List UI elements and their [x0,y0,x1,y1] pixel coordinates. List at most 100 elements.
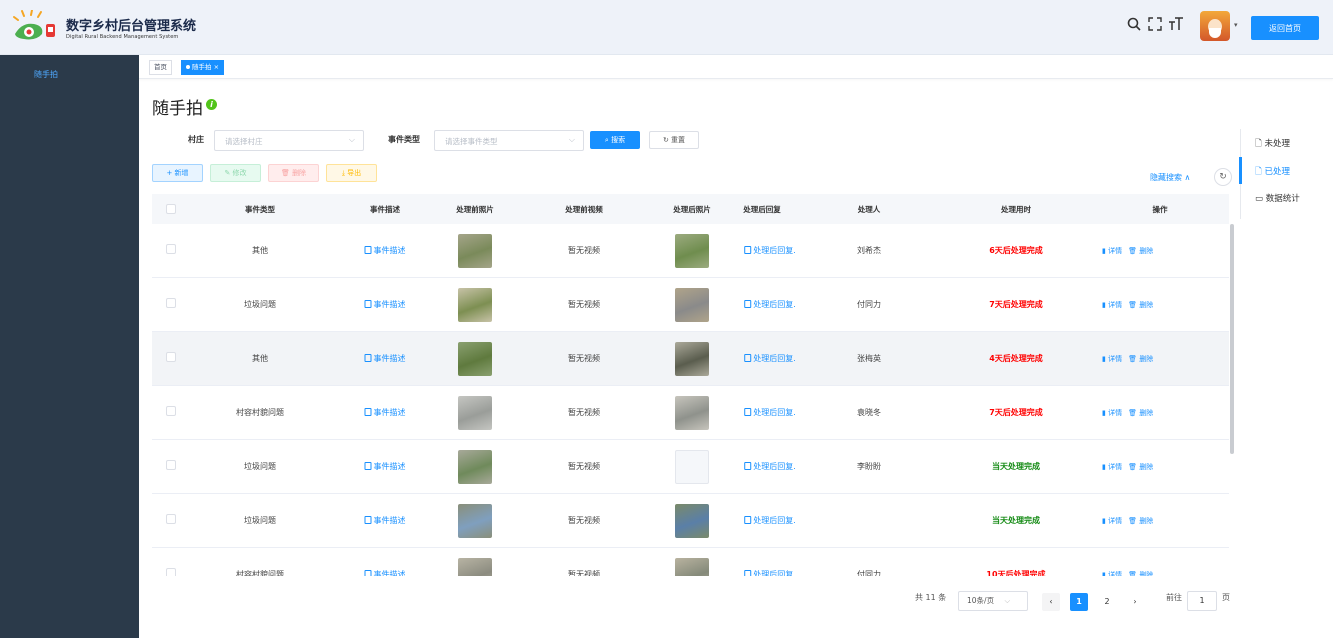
right-side-nav: 🗋 未处理 🗋 已处理 ▭ 数据统计 [1239,129,1333,219]
delete-link[interactable]: 🗑 删除 [1128,409,1153,417]
handler-cell: 李盼盼 [857,462,881,471]
page-2-button[interactable]: 2 [1098,593,1116,611]
event-desc-link[interactable]: 事件描述 [364,299,406,310]
before-photo[interactable] [458,342,492,376]
nav-statistics[interactable]: ▭ 数据统计 [1255,192,1300,204]
user-avatar[interactable] [1200,11,1230,41]
after-reply-link[interactable]: 处理后回复. [744,407,796,418]
row-checkbox[interactable] [166,352,176,362]
detail-link[interactable]: ▮ 详情 [1102,571,1122,576]
table-row[interactable]: 垃圾问题 事件描述 暂无视频 处理后回复. 当天处理完成 ▮ 详情 🗑 删除 [152,494,1229,548]
detail-link[interactable]: ▮ 详情 [1102,355,1122,363]
event-desc-link[interactable]: 事件描述 [364,569,406,576]
row-checkbox[interactable] [166,298,176,308]
next-page-button[interactable]: › [1126,593,1144,611]
event-desc-link[interactable]: 事件描述 [364,353,406,364]
before-photo[interactable] [458,234,492,268]
delete-link[interactable]: 🗑 删除 [1128,517,1153,525]
after-reply-label: 处理后回复. [753,570,796,576]
export-button[interactable]: ⤓ 导出 [326,164,377,182]
after-photo[interactable] [675,450,709,484]
row-checkbox[interactable] [166,568,176,576]
village-select[interactable]: 请选择村庄 ⌵ [214,130,364,151]
hide-search-toggle[interactable]: 隐藏搜索 ∧ [1150,172,1190,183]
nav-unprocessed[interactable]: 🗋 未处理 [1255,137,1290,152]
nav-processed[interactable]: 🗋 已处理 [1255,165,1290,180]
time-used-cell: 6天后处理完成 [989,246,1043,255]
event-desc-link[interactable]: 事件描述 [364,515,406,526]
delete-link[interactable]: 🗑 删除 [1128,301,1153,309]
event-desc-link[interactable]: 事件描述 [364,407,406,418]
delete-link[interactable]: 🗑 删除 [1128,571,1153,576]
time-used-cell: 7天后处理完成 [989,300,1043,309]
delete-link[interactable]: 🗑 删除 [1128,247,1153,255]
after-photo[interactable] [675,342,709,376]
table-scrollbar[interactable] [1230,224,1234,454]
search-button[interactable]: ⌕ 搜索 [590,131,640,149]
refresh-icon[interactable]: ↻ [1214,168,1232,186]
row-checkbox[interactable] [166,406,176,416]
page-1-button[interactable]: 1 [1070,593,1088,611]
edit-button[interactable]: ✎ 修改 [210,164,261,182]
tag-snapshot[interactable]: 随手拍 × [181,60,225,75]
home-button[interactable]: 返回首页 [1251,16,1319,40]
table-row[interactable]: 其他 事件描述 暂无视频 处理后回复. 刘希杰 6天后处理完成 ▮ 详情 🗑 删除 [152,224,1229,278]
fullscreen-icon[interactable] [1147,16,1163,32]
table-row[interactable]: 垃圾问题 事件描述 暂无视频 处理后回复. 付同力 7天后处理完成 ▮ 详情 🗑 删除 [152,278,1229,332]
info-icon[interactable]: i [206,99,217,110]
chevron-down-icon[interactable]: ▾ [1234,21,1238,29]
after-reply-label: 处理后回复. [753,408,796,417]
before-video-cell: 暂无视频 [568,300,600,309]
row-actions: ▮ 详情 🗑 删除 [1102,570,1153,576]
before-photo[interactable] [458,288,492,322]
page-size-select[interactable]: 10条/页 ⌵ [958,591,1028,611]
delete-button[interactable]: 🗑 删除 [268,164,319,182]
detail-link[interactable]: ▮ 详情 [1102,247,1122,255]
table-row[interactable]: 村容村貌问题 事件描述 暂无视频 处理后回复. 袁晓冬 7天后处理完成 ▮ 详情 🗑 删除 [152,386,1229,440]
after-reply-link[interactable]: 处理后回复. [744,569,796,576]
after-photo[interactable] [675,234,709,268]
search-icon[interactable] [1126,16,1142,32]
document-icon [364,516,372,524]
row-checkbox[interactable] [166,244,176,254]
event-desc-link[interactable]: 事件描述 [364,461,406,472]
after-photo[interactable] [675,396,709,430]
before-photo[interactable] [458,504,492,538]
sidebar-item-snapshot[interactable]: 随手拍 [34,69,58,80]
before-photo[interactable] [458,558,492,576]
prev-page-button[interactable]: ‹ [1042,593,1060,611]
goto-page-input[interactable]: 1 [1187,591,1217,611]
select-all-checkbox[interactable] [166,204,176,214]
after-reply-link[interactable]: 处理后回复. [744,515,796,526]
event-desc-link[interactable]: 事件描述 [364,245,406,256]
event-desc-label: 事件描述 [373,516,406,525]
delete-link[interactable]: 🗑 删除 [1128,355,1153,363]
after-reply-link[interactable]: 处理后回复. [744,461,796,472]
event-type-select[interactable]: 请选择事件类型 ⌵ [434,130,584,151]
after-reply-link[interactable]: 处理后回复. [744,353,796,364]
font-size-icon[interactable] [1168,16,1184,32]
add-button[interactable]: + 新增 [152,164,203,182]
table-header: 事件类型 事件描述 处理前照片 处理前视频 处理后照片 处理后回复 处理人 处理… [152,194,1229,224]
before-photo[interactable] [458,396,492,430]
detail-link[interactable]: ▮ 详情 [1102,463,1122,471]
event-desc-label: 事件描述 [373,300,406,309]
delete-link[interactable]: 🗑 删除 [1128,463,1153,471]
row-actions: ▮ 详情 🗑 删除 [1102,246,1153,256]
detail-link[interactable]: ▮ 详情 [1102,301,1122,309]
row-checkbox[interactable] [166,460,176,470]
row-checkbox[interactable] [166,514,176,524]
table-row[interactable]: 村容村貌问题 事件描述 暂无视频 处理后回复. 付同力 10天后处理完成 ▮ 详情 🗑 删除 [152,548,1229,576]
after-photo[interactable] [675,288,709,322]
detail-link[interactable]: ▮ 详情 [1102,409,1122,417]
table-row[interactable]: 垃圾问题 事件描述 暂无视频 处理后回复. 李盼盼 当天处理完成 ▮ 详情 🗑 删除 [152,440,1229,494]
reset-button[interactable]: ↻ 重置 [649,131,699,149]
after-photo[interactable] [675,558,709,576]
table-row[interactable]: 其他 事件描述 暂无视频 处理后回复. 张梅英 4天后处理完成 ▮ 详情 🗑 删除 [152,332,1229,386]
detail-link[interactable]: ▮ 详情 [1102,517,1122,525]
tag-home[interactable]: 首页 [149,60,172,75]
before-photo[interactable] [458,450,492,484]
after-reply-link[interactable]: 处理后回复. [744,245,796,256]
after-reply-link[interactable]: 处理后回复. [744,299,796,310]
after-photo[interactable] [675,504,709,538]
